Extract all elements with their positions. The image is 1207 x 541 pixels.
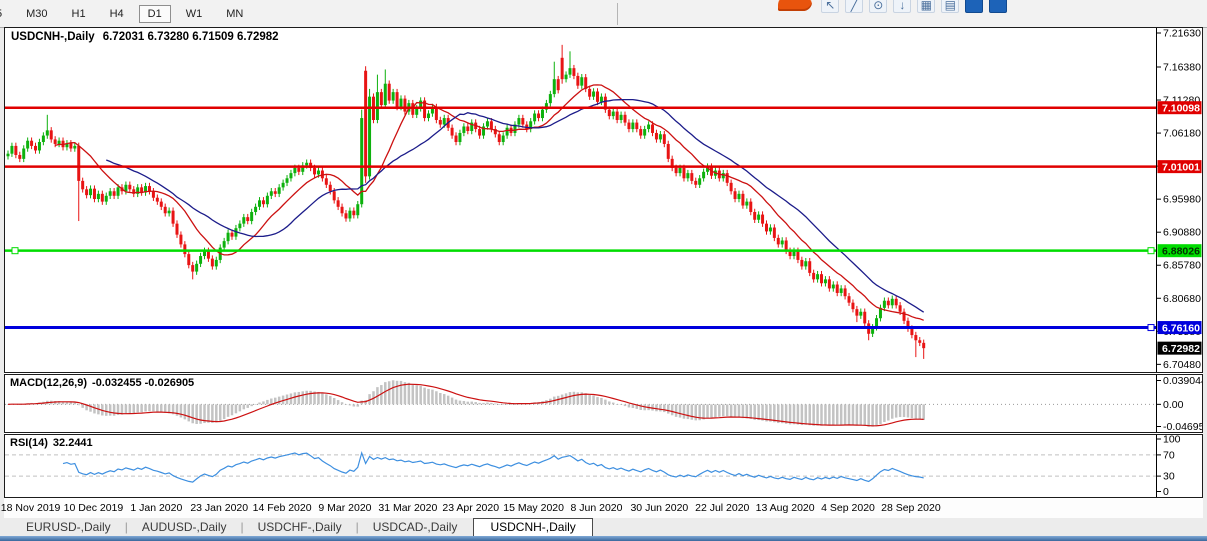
timeframe-button-w1[interactable]: W1 [177, 5, 212, 23]
date-label: 9 Mar 2020 [318, 502, 371, 514]
tab-usdchf[interactable]: USDCHF-,Daily [246, 519, 354, 536]
svg-text:7.21630: 7.21630 [1163, 28, 1201, 39]
date-label: 10 Dec 2019 [64, 502, 124, 514]
clock-icon[interactable]: ⊙ [869, 0, 887, 13]
date-label: 22 Jul 2020 [695, 502, 749, 514]
date-label: 30 Jun 2020 [630, 502, 688, 514]
date-label: 14 Feb 2020 [253, 502, 312, 514]
price-chart-canvas[interactable]: 7.216307.163807.112807.061807.010806.959… [5, 28, 1202, 372]
rsi-label: RSI(14) 32.2441 [10, 437, 93, 449]
date-label: 23 Apr 2020 [442, 502, 499, 514]
svg-text:70: 70 [1163, 449, 1175, 461]
date-label: 15 May 2020 [503, 502, 564, 514]
svg-text:6.76160: 6.76160 [1162, 322, 1200, 334]
svg-text:7.06180: 7.06180 [1163, 128, 1201, 140]
macd-label: MACD(12,26,9) -0.032455 -0.026905 [10, 377, 194, 389]
date-label: 28 Sep 2020 [881, 502, 941, 514]
tab-usdcnh[interactable]: USDCNH-,Daily [473, 518, 592, 537]
rsi-value: 32.2441 [53, 437, 93, 449]
tab-separator: | [125, 520, 128, 534]
date-axis[interactable]: 18 Nov 201910 Dec 2019 1 Jan 2020 23 Jan 2… [4, 499, 1203, 518]
line-handle[interactable] [1148, 248, 1154, 254]
svg-text:-0.046955: -0.046955 [1163, 421, 1202, 432]
tab-usdcad[interactable]: USDCAD-,Daily [361, 519, 470, 536]
macd-name: MACD(12,26,9) [10, 377, 87, 389]
svg-text:6.72982: 6.72982 [1162, 343, 1200, 355]
timeframe-button-h1[interactable]: H1 [63, 5, 95, 23]
timeframe-button-mn[interactable]: MN [217, 5, 252, 23]
svg-text:7.16380: 7.16380 [1163, 61, 1201, 73]
date-label: 1 Jan 2020 [130, 502, 182, 514]
toolbar-separator [617, 3, 618, 25]
date-label: 13 Aug 2020 [756, 502, 815, 514]
svg-text:6.85780: 6.85780 [1163, 260, 1201, 272]
date-label: 31 Mar 2020 [378, 502, 437, 514]
new-chart-icon[interactable] [989, 0, 1007, 13]
chart-window: 7.216307.163807.112807.061807.010806.959… [4, 27, 1203, 518]
svg-text:6.88026: 6.88026 [1162, 245, 1200, 257]
date-label: 8 Jun 2020 [571, 502, 623, 514]
cursor-icon[interactable]: ↖ [821, 0, 839, 13]
download-icon[interactable]: ↓ [893, 0, 911, 13]
macd-pane[interactable]: 0.039044 0.00 -0.046955 MACD(12,26,9) -0.03… [4, 374, 1203, 433]
top-toolbar: 5 M30 H1 H4 D1 W1 MN ↖ ╱ ⊙ ↓ ▦ ▤ [0, 0, 1207, 28]
timeframe-button-d1[interactable]: D1 [139, 5, 171, 23]
tab-audusd[interactable]: AUDUSD-,Daily [130, 519, 239, 536]
price-pane[interactable]: 7.216307.163807.112807.061807.010806.959… [4, 27, 1203, 373]
indicator-icon[interactable] [965, 0, 983, 13]
chart-ohlc-values: 6.72031 6.73280 6.71509 6.72982 [103, 31, 279, 43]
draw-line-icon[interactable]: ╱ [845, 0, 863, 13]
timeframe-button-m5[interactable]: 5 [0, 5, 11, 23]
svg-text:6.95980: 6.95980 [1163, 194, 1201, 206]
tab-separator: | [241, 520, 244, 534]
svg-text:0.039044: 0.039044 [1163, 375, 1202, 387]
chart-tab-bar: EURUSD-,Daily | AUDUSD-,Daily | USDCHF-,… [0, 518, 1207, 536]
grid-icon[interactable]: ▦ [917, 0, 935, 13]
svg-text:0: 0 [1163, 486, 1169, 497]
svg-text:0.00: 0.00 [1163, 399, 1184, 411]
rsi-name: RSI(14) [10, 437, 48, 449]
svg-text:6.70480: 6.70480 [1163, 359, 1201, 371]
date-label: 18 Nov 2019 [1, 502, 61, 514]
toolbar-icon-group: ↖ ╱ ⊙ ↓ ▦ ▤ [778, 0, 1010, 27]
rsi-canvas[interactable]: 100 70 30 0 [5, 435, 1202, 497]
line-handle[interactable] [12, 248, 18, 254]
rsi-line [63, 453, 924, 482]
date-label: 4 Sep 2020 [821, 502, 875, 514]
macd-values: -0.032455 -0.026905 [92, 377, 194, 389]
template-icon[interactable]: ▤ [941, 0, 959, 13]
svg-text:7.01001: 7.01001 [1162, 161, 1200, 173]
chart-symbol-label: USDCNH-,Daily [11, 31, 95, 43]
timeframe-button-h4[interactable]: H4 [101, 5, 133, 23]
chart-title: USDCNH-,Daily 6.72031 6.73280 6.71509 6.7… [11, 31, 279, 43]
svg-text:7.10098: 7.10098 [1162, 102, 1200, 114]
svg-text:30: 30 [1163, 471, 1175, 483]
line-handle[interactable] [1148, 325, 1154, 331]
date-label: 23 Jan 2020 [190, 502, 248, 514]
rsi-pane[interactable]: 100 70 30 0 RSI(14) 32.2441 [4, 434, 1203, 498]
tab-eurusd[interactable]: EURUSD-,Daily [14, 519, 123, 536]
timeframe-button-m30[interactable]: M30 [17, 5, 56, 23]
window-bottom-strip [0, 536, 1207, 541]
svg-text:100: 100 [1163, 435, 1181, 446]
svg-text:6.80680: 6.80680 [1163, 293, 1201, 305]
tab-separator: | [356, 520, 359, 534]
svg-text:6.90880: 6.90880 [1163, 227, 1201, 239]
platform-logo [778, 0, 812, 11]
